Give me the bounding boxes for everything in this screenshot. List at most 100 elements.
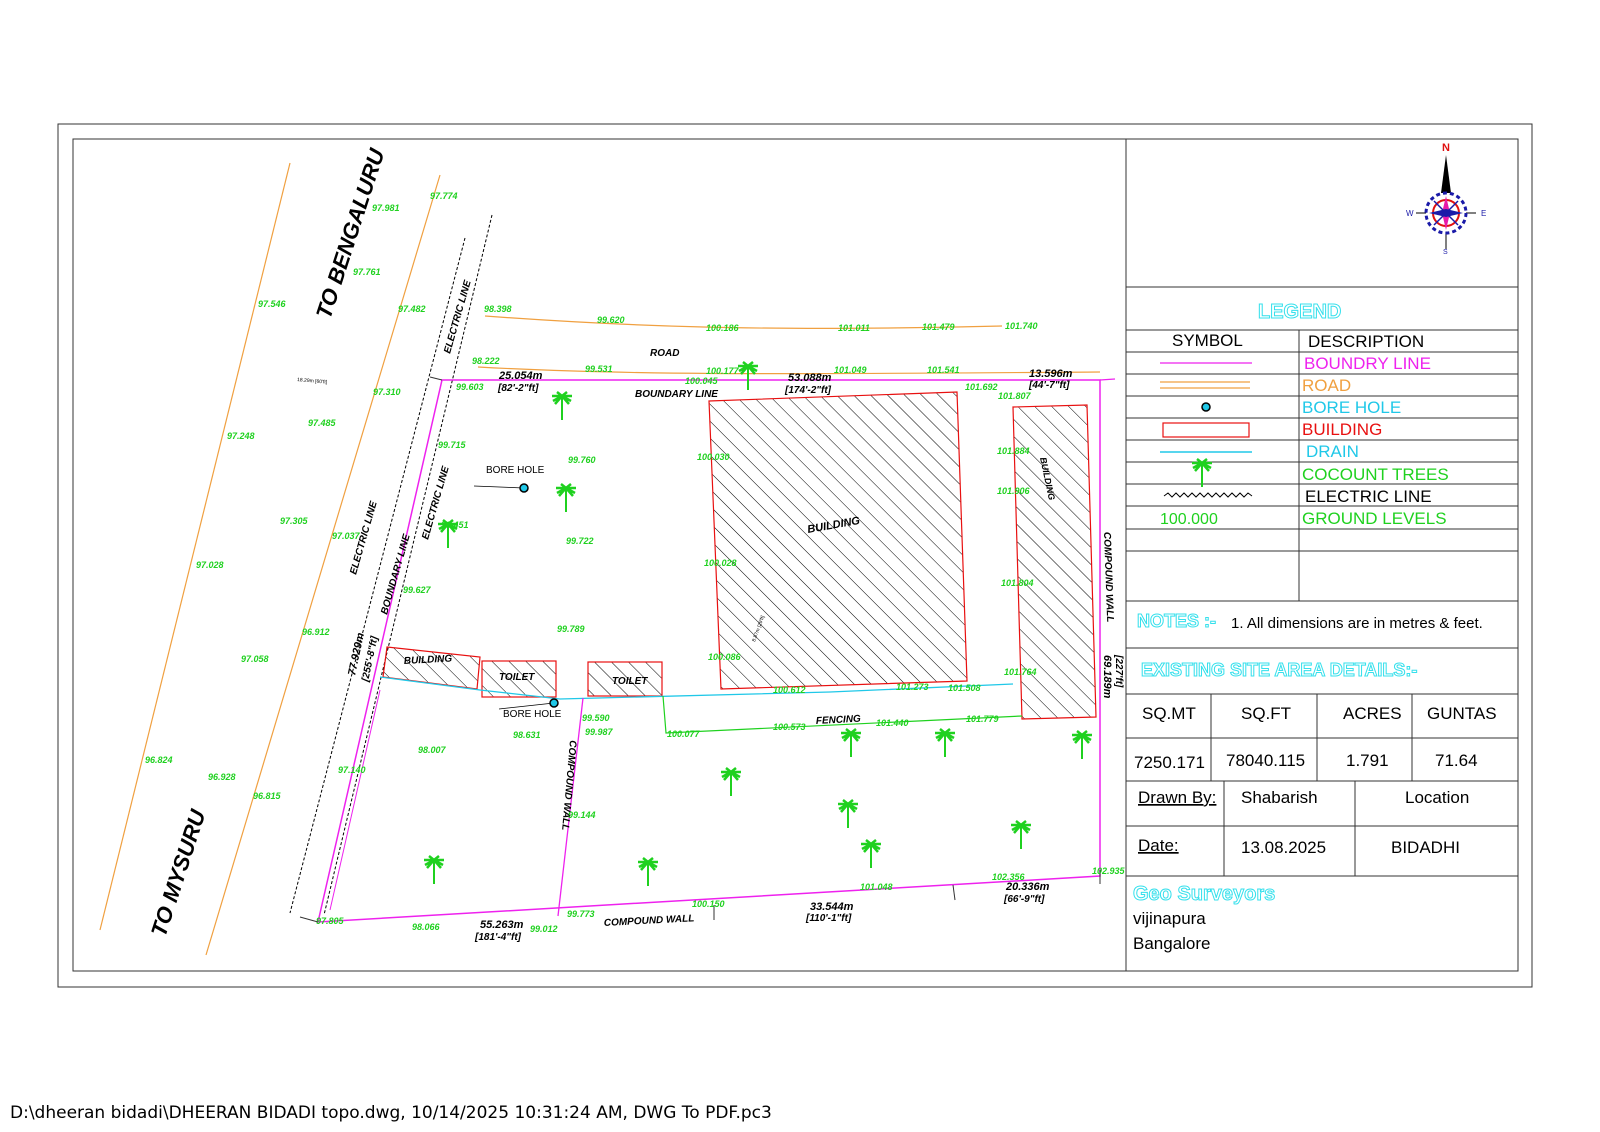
ground-level: 97.482: [398, 304, 426, 314]
ground-level: 99.715: [438, 440, 467, 450]
ground-level: 101.440: [876, 718, 909, 728]
fencing-label: FENCING: [816, 714, 862, 727]
ground-level: 101.049: [834, 365, 867, 375]
ground-level: 101.541: [927, 365, 960, 375]
ground-level: 98.222: [472, 356, 500, 366]
ground-level: 101.764: [1004, 667, 1037, 677]
bore-hole-2: BORE HOLE: [498, 698, 562, 720]
ground-level: 100.028: [704, 558, 737, 568]
ground-level: 99.531: [585, 364, 613, 374]
ground-level: 97.485: [308, 418, 337, 428]
notes-heading: NOTES :-: [1137, 611, 1216, 631]
legend-col-description: DESCRIPTION: [1308, 332, 1424, 351]
ground-level: 98.007: [418, 745, 447, 755]
ground-level: 97.774: [430, 191, 458, 201]
to-bengaluru-label: TO BENGALURU: [311, 145, 390, 322]
ground-level: 100.573: [773, 722, 806, 732]
company-address-2: Bangalore: [1133, 934, 1211, 953]
ground-level: 99.620: [597, 315, 625, 325]
ground-level: 97.028: [196, 560, 224, 570]
ground-level: 97.981: [372, 203, 400, 213]
legend-symbol-bore-hole: [1201, 402, 1211, 412]
boundary-line-label-left: BOUNDARY LINE: [379, 533, 413, 616]
site-plan-drawing: BORE HOLE BORE HOLE TO BENGALURU TO MYSU…: [57, 123, 1533, 988]
ground-level: 97.248: [227, 431, 255, 441]
area-header: SQ.MT: [1142, 704, 1196, 723]
electric-line-label-1: ELECTRIC LINE: [442, 279, 473, 355]
toilet-2-label: TOILET: [612, 676, 648, 687]
legend-item: GROUND LEVELS: [1302, 509, 1447, 528]
company-name: Geo Surveyors: [1133, 883, 1275, 905]
area-value: 1.791: [1346, 751, 1389, 770]
legend-symbol-ground-level: 100.000: [1160, 511, 1218, 528]
dim-m: 25.054m: [498, 370, 543, 382]
ground-level: 101.508: [948, 683, 981, 693]
legend-item: COCOUNT TREES: [1302, 465, 1449, 484]
ground-level: 100.030: [697, 452, 730, 462]
to-mysuru-label: TO MYSURU: [146, 806, 211, 940]
road-width-label: 18.29m [60'ft]: [297, 377, 328, 386]
ground-level: 102.356: [992, 872, 1026, 882]
toilet-1-label: TOILET: [499, 672, 535, 683]
ground-level: 96.824: [145, 755, 173, 765]
drawn-by-label: Drawn By:: [1138, 788, 1216, 807]
ground-level: 96.815: [253, 791, 282, 801]
bore-hole-label-1: BORE HOLE: [486, 465, 545, 476]
location-value: BIDADHI: [1391, 838, 1460, 857]
dim-ft: [82'-2"ft]: [497, 383, 539, 394]
ground-level: 96.928: [208, 772, 236, 782]
dim-m: 69.189m: [1101, 655, 1113, 699]
ground-level: 100.077: [667, 729, 701, 739]
small-building: [382, 646, 481, 690]
ground-level: 99.603: [456, 382, 484, 392]
legend-item: BOUNDRY LINE: [1304, 354, 1431, 373]
ground-level: 100.612: [773, 685, 806, 695]
ground-level: 97.805: [316, 916, 345, 926]
dim-m: 13.596m: [1029, 368, 1073, 380]
ground-level: 100.177: [706, 366, 740, 376]
legend-symbols: 100.000: [1160, 362, 1253, 528]
bore-hole-1: BORE HOLE: [473, 465, 545, 493]
legend-item: BUILDING: [1302, 420, 1382, 439]
dim-ft: [110'-1"ft]: [805, 913, 852, 924]
file-path-footer: D:\dheeran bidadi\DHEERAN BIDADI topo.dw…: [10, 1103, 772, 1123]
ground-level: 99.012: [530, 924, 558, 934]
ground-level: 97.310: [373, 387, 401, 397]
ground-level: 97.546: [258, 299, 287, 309]
area-value: 7250.171: [1134, 753, 1205, 772]
ground-level: 100.086: [708, 652, 742, 662]
ground-level: 101.273: [896, 682, 929, 692]
ground-level: 99.789: [557, 624, 585, 634]
area-value: 78040.115: [1226, 751, 1305, 770]
legend-item: ROAD: [1302, 376, 1351, 395]
location-label: Location: [1405, 788, 1469, 807]
ground-level: 100.045: [685, 376, 719, 386]
dim-ft: [181'-4"ft]: [474, 932, 522, 943]
legend-items: BOUNDRY LINE ROAD BORE HOLE BUILDING DRA…: [1302, 354, 1449, 528]
dim-m: 33.544m: [810, 901, 854, 913]
area-heading: EXISTING SITE AREA DETAILS:-: [1141, 660, 1417, 680]
ground-level: 100.186: [706, 323, 740, 333]
compass-e: E: [1481, 209, 1486, 218]
ground-level: 101.804: [1001, 578, 1034, 588]
dim-ft: [66'-9"ft]: [1003, 894, 1045, 905]
ground-level: 101.048: [860, 882, 893, 892]
legend-item: ELECTRIC LINE: [1305, 487, 1432, 506]
date-value: 13.08.2025: [1241, 838, 1326, 857]
road-label: ROAD: [650, 348, 679, 359]
area-header: GUNTAS: [1427, 704, 1497, 723]
ground-levels: 97.981 97.774 97.761 97.546 97.482 98.39…: [145, 191, 1126, 934]
ground-level: 99.627: [403, 585, 432, 595]
ground-level: 102.935: [1092, 866, 1126, 876]
ground-level: 96.912: [302, 627, 330, 637]
ground-level: 101.906: [997, 486, 1031, 496]
legend-title: LEGEND: [1258, 301, 1341, 323]
dim-m: 53.088m: [788, 372, 832, 384]
road-edges-main: [99, 162, 441, 956]
ground-level: 98.398: [484, 304, 512, 314]
ground-level: 99.590: [582, 713, 610, 723]
ground-level: 99.760: [568, 455, 596, 465]
ground-level: 97.037: [332, 531, 361, 541]
drawn-by-value: Shabarish: [1241, 788, 1318, 807]
dim-ft: [227'ft]: [1113, 654, 1124, 688]
